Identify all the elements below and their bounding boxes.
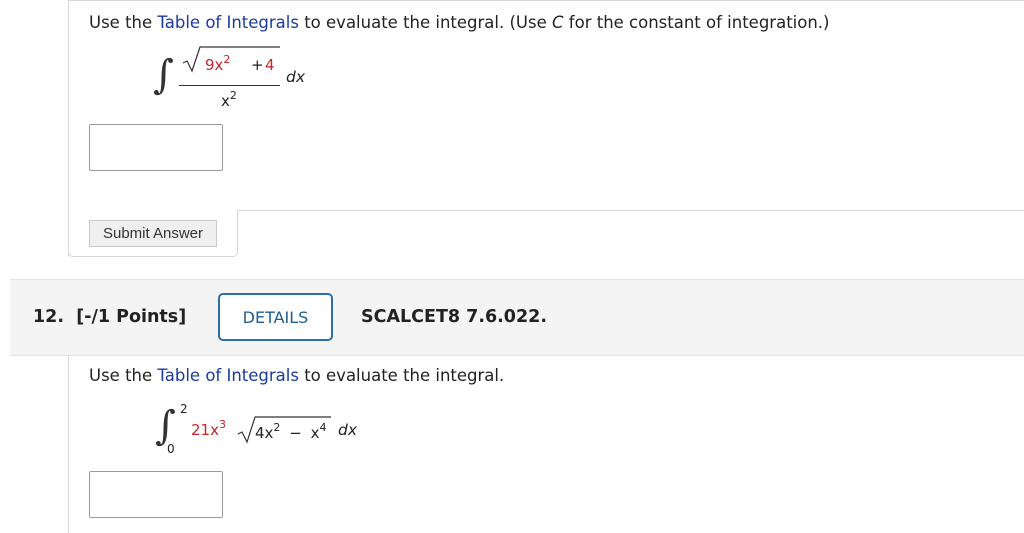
denominator: x2: [221, 89, 237, 110]
prompt-text: to evaluate the integral. (Use: [298, 13, 553, 32]
table-of-integrals-link[interactable]: Table of Integrals: [157, 366, 299, 385]
upper-limit: 2: [180, 402, 188, 416]
prompt-text: Use the: [89, 13, 158, 32]
differential: dx: [338, 421, 358, 439]
section-divider: [238, 210, 1024, 211]
fraction-bar: [179, 85, 280, 86]
question-card-left-border: [68, 356, 69, 533]
prompt-text: for the constant of integration.): [563, 13, 830, 32]
question-card-border: [69, 0, 1024, 6]
answer-input[interactable]: [89, 471, 223, 518]
numerator-plus: +: [251, 56, 264, 74]
course-code: SCALCET8 7.6.022.: [361, 307, 547, 327]
answer-input[interactable]: [89, 124, 223, 171]
submit-answer-button[interactable]: Submit Answer: [89, 220, 217, 247]
lower-limit: 0: [167, 442, 175, 456]
question-prompt: Use the Table of Integrals to evaluate t…: [89, 366, 504, 385]
prompt-text: to evaluate the integral.: [298, 366, 505, 385]
points-label: [-/1 Points]: [76, 307, 187, 327]
details-button[interactable]: DETAILS: [218, 293, 333, 341]
constant-symbol: C: [552, 13, 564, 32]
question-prompt: Use the Table of Integrals to evaluate t…: [89, 13, 830, 32]
prompt-text: Use the: [89, 366, 158, 385]
numerator-term: 9x2: [205, 53, 231, 74]
question-number: 12. [-/1 Points]: [33, 307, 187, 327]
numerator-constant: 4: [265, 56, 275, 74]
differential: dx: [286, 68, 306, 86]
table-of-integrals-link[interactable]: Table of Integrals: [157, 13, 299, 32]
coefficient-term: 21x3: [191, 418, 226, 439]
radicand: 4x2 − x4: [255, 421, 327, 442]
integral-sign: ∫: [153, 52, 174, 98]
